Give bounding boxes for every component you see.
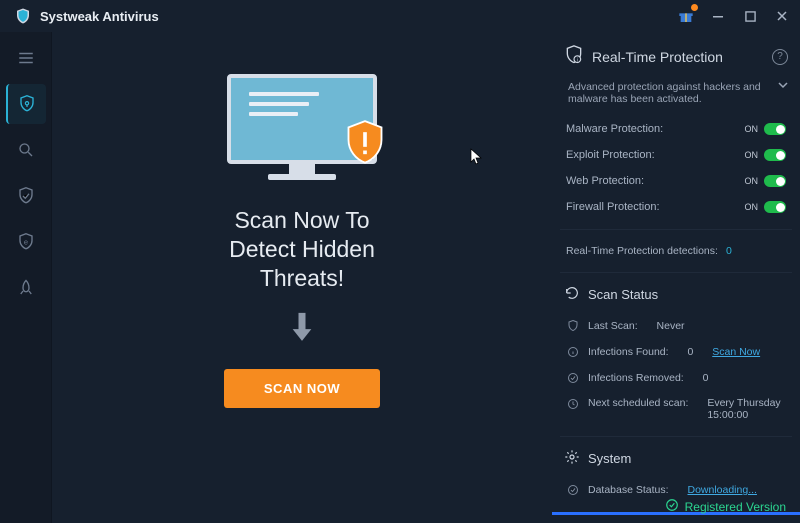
rtp-heading: i Real-Time Protection ? xyxy=(564,44,788,69)
exploit-toggle[interactable]: ON xyxy=(745,149,787,161)
svg-text:e: e xyxy=(23,237,27,246)
minimize-button[interactable] xyxy=(708,6,728,26)
cta-heading: Scan Now To Detect Hidden Threats! xyxy=(229,206,375,292)
side-panel: i Real-Time Protection ? Advanced protec… xyxy=(552,32,800,523)
help-icon[interactable]: ? xyxy=(772,49,788,65)
rtp-heading-text: Real-Time Protection xyxy=(592,49,723,65)
info-icon xyxy=(566,345,580,359)
clock-icon xyxy=(566,397,580,411)
maximize-button[interactable] xyxy=(740,6,760,26)
toggle-label: Malware Protection: xyxy=(566,123,663,135)
firewall-toggle[interactable]: ON xyxy=(745,201,787,213)
check-circle-icon xyxy=(566,483,580,497)
refresh-icon xyxy=(564,285,580,304)
app-logo-icon xyxy=(14,7,32,25)
gear-icon xyxy=(564,449,580,468)
rtp-status-text: Advanced protection against hackers and … xyxy=(568,81,772,105)
toggle-label: Firewall Protection: xyxy=(566,201,660,213)
toggle-label: Exploit Protection: xyxy=(566,149,655,161)
sidebar-item-scan[interactable] xyxy=(6,130,46,170)
sidebar-item-browser[interactable]: e xyxy=(6,222,46,262)
malware-toggle[interactable]: ON xyxy=(745,123,787,135)
sidebar-item-protection[interactable] xyxy=(6,84,46,124)
main-content: Scan Now To Detect Hidden Threats! SCAN … xyxy=(52,32,552,523)
check-shield-icon xyxy=(566,319,580,333)
shield-info-icon: i xyxy=(564,44,584,69)
cursor-icon xyxy=(470,148,484,171)
sidebar-item-boost[interactable] xyxy=(6,268,46,308)
check-circle-icon xyxy=(566,371,580,385)
gift-icon[interactable] xyxy=(676,6,696,26)
svg-text:i: i xyxy=(577,58,578,64)
arrow-down-icon xyxy=(288,310,316,351)
system-heading: System xyxy=(564,449,788,468)
scan-now-link[interactable]: Scan Now xyxy=(712,346,760,358)
check-circle-icon xyxy=(665,498,679,515)
scan-now-button[interactable]: SCAN NOW xyxy=(224,369,380,408)
footer-text: Registered Version xyxy=(685,500,786,514)
sidebar-item-quarantine[interactable] xyxy=(6,176,46,216)
close-button[interactable] xyxy=(772,6,792,26)
app-title: Systweak Antivirus xyxy=(40,9,159,24)
detections-label: Real-Time Protection detections: xyxy=(566,245,718,257)
detections-value: 0 xyxy=(726,245,732,257)
title-bar: Systweak Antivirus xyxy=(0,0,800,32)
toggle-label: Web Protection: xyxy=(566,175,644,187)
warning-shield-icon xyxy=(343,119,387,176)
scan-status-heading: Scan Status xyxy=(564,285,788,304)
monitor-illustration xyxy=(227,74,377,184)
chevron-down-icon[interactable] xyxy=(778,81,788,93)
footer-status: Registered Version xyxy=(665,498,786,515)
db-status-value: Downloading... xyxy=(687,484,756,496)
menu-toggle-icon[interactable] xyxy=(6,38,46,78)
web-toggle[interactable]: ON xyxy=(745,175,787,187)
sidebar: e xyxy=(0,32,52,523)
